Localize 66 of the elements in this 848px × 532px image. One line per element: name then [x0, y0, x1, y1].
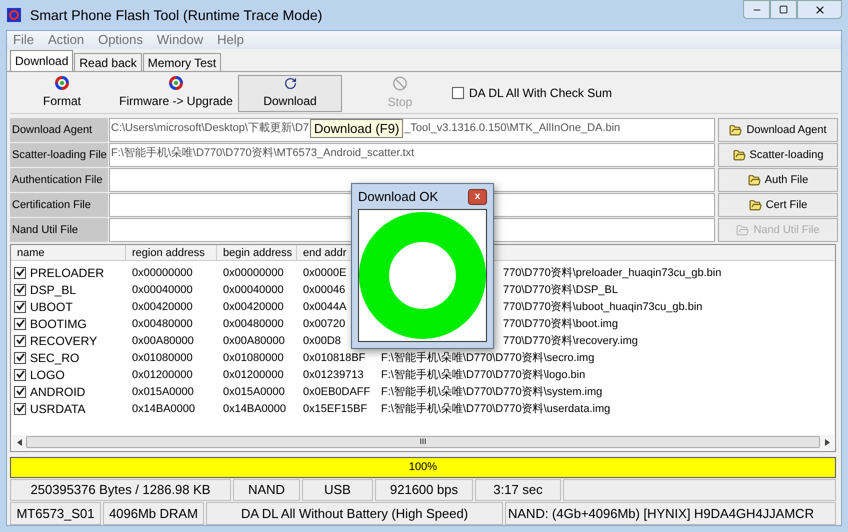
table-cell-text: 0x00420000	[222, 300, 285, 315]
table-cell-text: F:\智能手机\朵唯\D770\D770资料\logo.bin	[381, 368, 586, 383]
table-cell-text: 0x15EF15BF	[302, 402, 368, 417]
table-cell-text: SEC_RO	[30, 350, 80, 367]
progress-label: 100%	[408, 460, 438, 475]
table-cell-text: 0x00000000	[131, 266, 194, 281]
table-cell-text: PRELOADER	[30, 264, 104, 282]
table-cell-text: 0x14BA0000	[131, 402, 196, 417]
status-cell: 250395376 Bytes / 1286.98 KB	[10, 478, 231, 502]
table-cell-text: 0x01239713	[302, 368, 365, 383]
table-cell-text: F:\智能手机\朵唯\D770\D770资料\userdata.img	[381, 402, 610, 417]
status-cell: MT6573_S01	[10, 502, 101, 525]
status-cell: NAND	[233, 478, 300, 502]
field-label: Download Agent	[10, 118, 108, 142]
table-cell-text: 0x00480000	[131, 316, 194, 332]
table-cell-text: 770\D770资料\preloader_huaqin73cu_gb.bin	[503, 266, 722, 281]
table-cell-text: ANDROID	[30, 384, 86, 401]
field-label: Certification File	[10, 193, 108, 218]
table-cell-text: 0x00D8	[302, 334, 342, 349]
tooltip: Download (F9)	[310, 119, 404, 138]
table-cell-text: LOGO	[30, 366, 65, 384]
table-cell-text: 0x00000000	[222, 266, 285, 281]
table-cell-text: DSP_BL	[30, 282, 76, 299]
field-label: Nand Util File	[10, 218, 108, 242]
table-cell-text: 770\D770资料\uboot_huaqin73cu_gb.bin	[503, 300, 702, 315]
table-cell-text: RECOVERY	[30, 332, 98, 350]
table-cell-text: USRDATA	[30, 400, 86, 418]
path-text: C:\Users\microsoft\Desktop\下載更新\D7	[111, 120, 310, 136]
table-cell-text: 770\D770资料\boot.img	[503, 316, 618, 332]
status-cell: 921600 bps	[375, 478, 473, 502]
table-cell-text: 0x0000E	[302, 266, 348, 281]
table-cell-text: 0x01200000	[222, 368, 285, 383]
table-cell-text: 0x00A80000	[222, 334, 286, 349]
dialog-title: Download OK	[358, 188, 438, 206]
table-cell-text: 0x015A0000	[222, 384, 286, 400]
table-cell-text: 0x0044A	[302, 300, 348, 315]
table-cell-text: 0x015A0000	[131, 384, 195, 400]
table-cell-text: F:\智能手机\朵唯\D770\D770资料\secro.img	[381, 350, 594, 366]
table-cell-text: 0x00420000	[131, 300, 194, 315]
path-text: _Tool_v3.1316.0.150\MTK_AllInOne_DA.bin	[404, 121, 620, 136]
table-cell-text: 0x00040000	[131, 282, 194, 298]
status-cell: USB	[302, 478, 373, 502]
table-cell-text: UBOOT	[30, 298, 73, 316]
field-label: Scatter-loading File	[10, 143, 108, 168]
table-cell-text: 0x01080000	[222, 350, 285, 366]
table-cell-text: 0x14BA0000	[222, 402, 287, 417]
table-cell-text: 770\D770资料\recovery.img	[503, 334, 638, 349]
table-cell-text: BOOTIMG	[30, 316, 87, 333]
status-cell: 4096Mb DRAM	[103, 502, 204, 525]
table-cell-text: 0x01200000	[131, 368, 194, 383]
table-cell-text: 0x00480000	[222, 316, 285, 332]
path-text: F:\智能手机\朵唯\D770\D770资料\MT6573_Android_scatter.txt	[111, 146, 414, 162]
table-cell-text: 0x00A80000	[131, 334, 195, 349]
table-cell-text: 0x00720	[302, 316, 346, 332]
field-label: Authentication File	[10, 168, 108, 192]
table-cell-text: 0x00046	[302, 282, 346, 298]
table-cell-text: F:\智能手机\朵唯\D770\D770资料\system.img	[381, 384, 602, 400]
table-cell-text: 0x00040000	[222, 282, 285, 298]
status-cell: NAND: (4Gb+4096Mb) [HYNIX] H9DA4GH4JJAMCR	[505, 502, 836, 525]
status-cell: DA DL All Without Battery (High Speed)	[206, 502, 503, 525]
table-cell-text: 0x01080000	[131, 350, 194, 366]
window-title: Smart Phone Flash Tool (Runtime Trace Mode)	[30, 6, 322, 25]
table-cell-text: 0x010818BF	[302, 350, 366, 366]
table-cell-text: 0x0EB0DAFF	[302, 384, 372, 400]
table-cell-text: 770\D770资料\DSP_BL	[503, 282, 618, 298]
status-cell: 3:17 sec	[475, 478, 561, 502]
